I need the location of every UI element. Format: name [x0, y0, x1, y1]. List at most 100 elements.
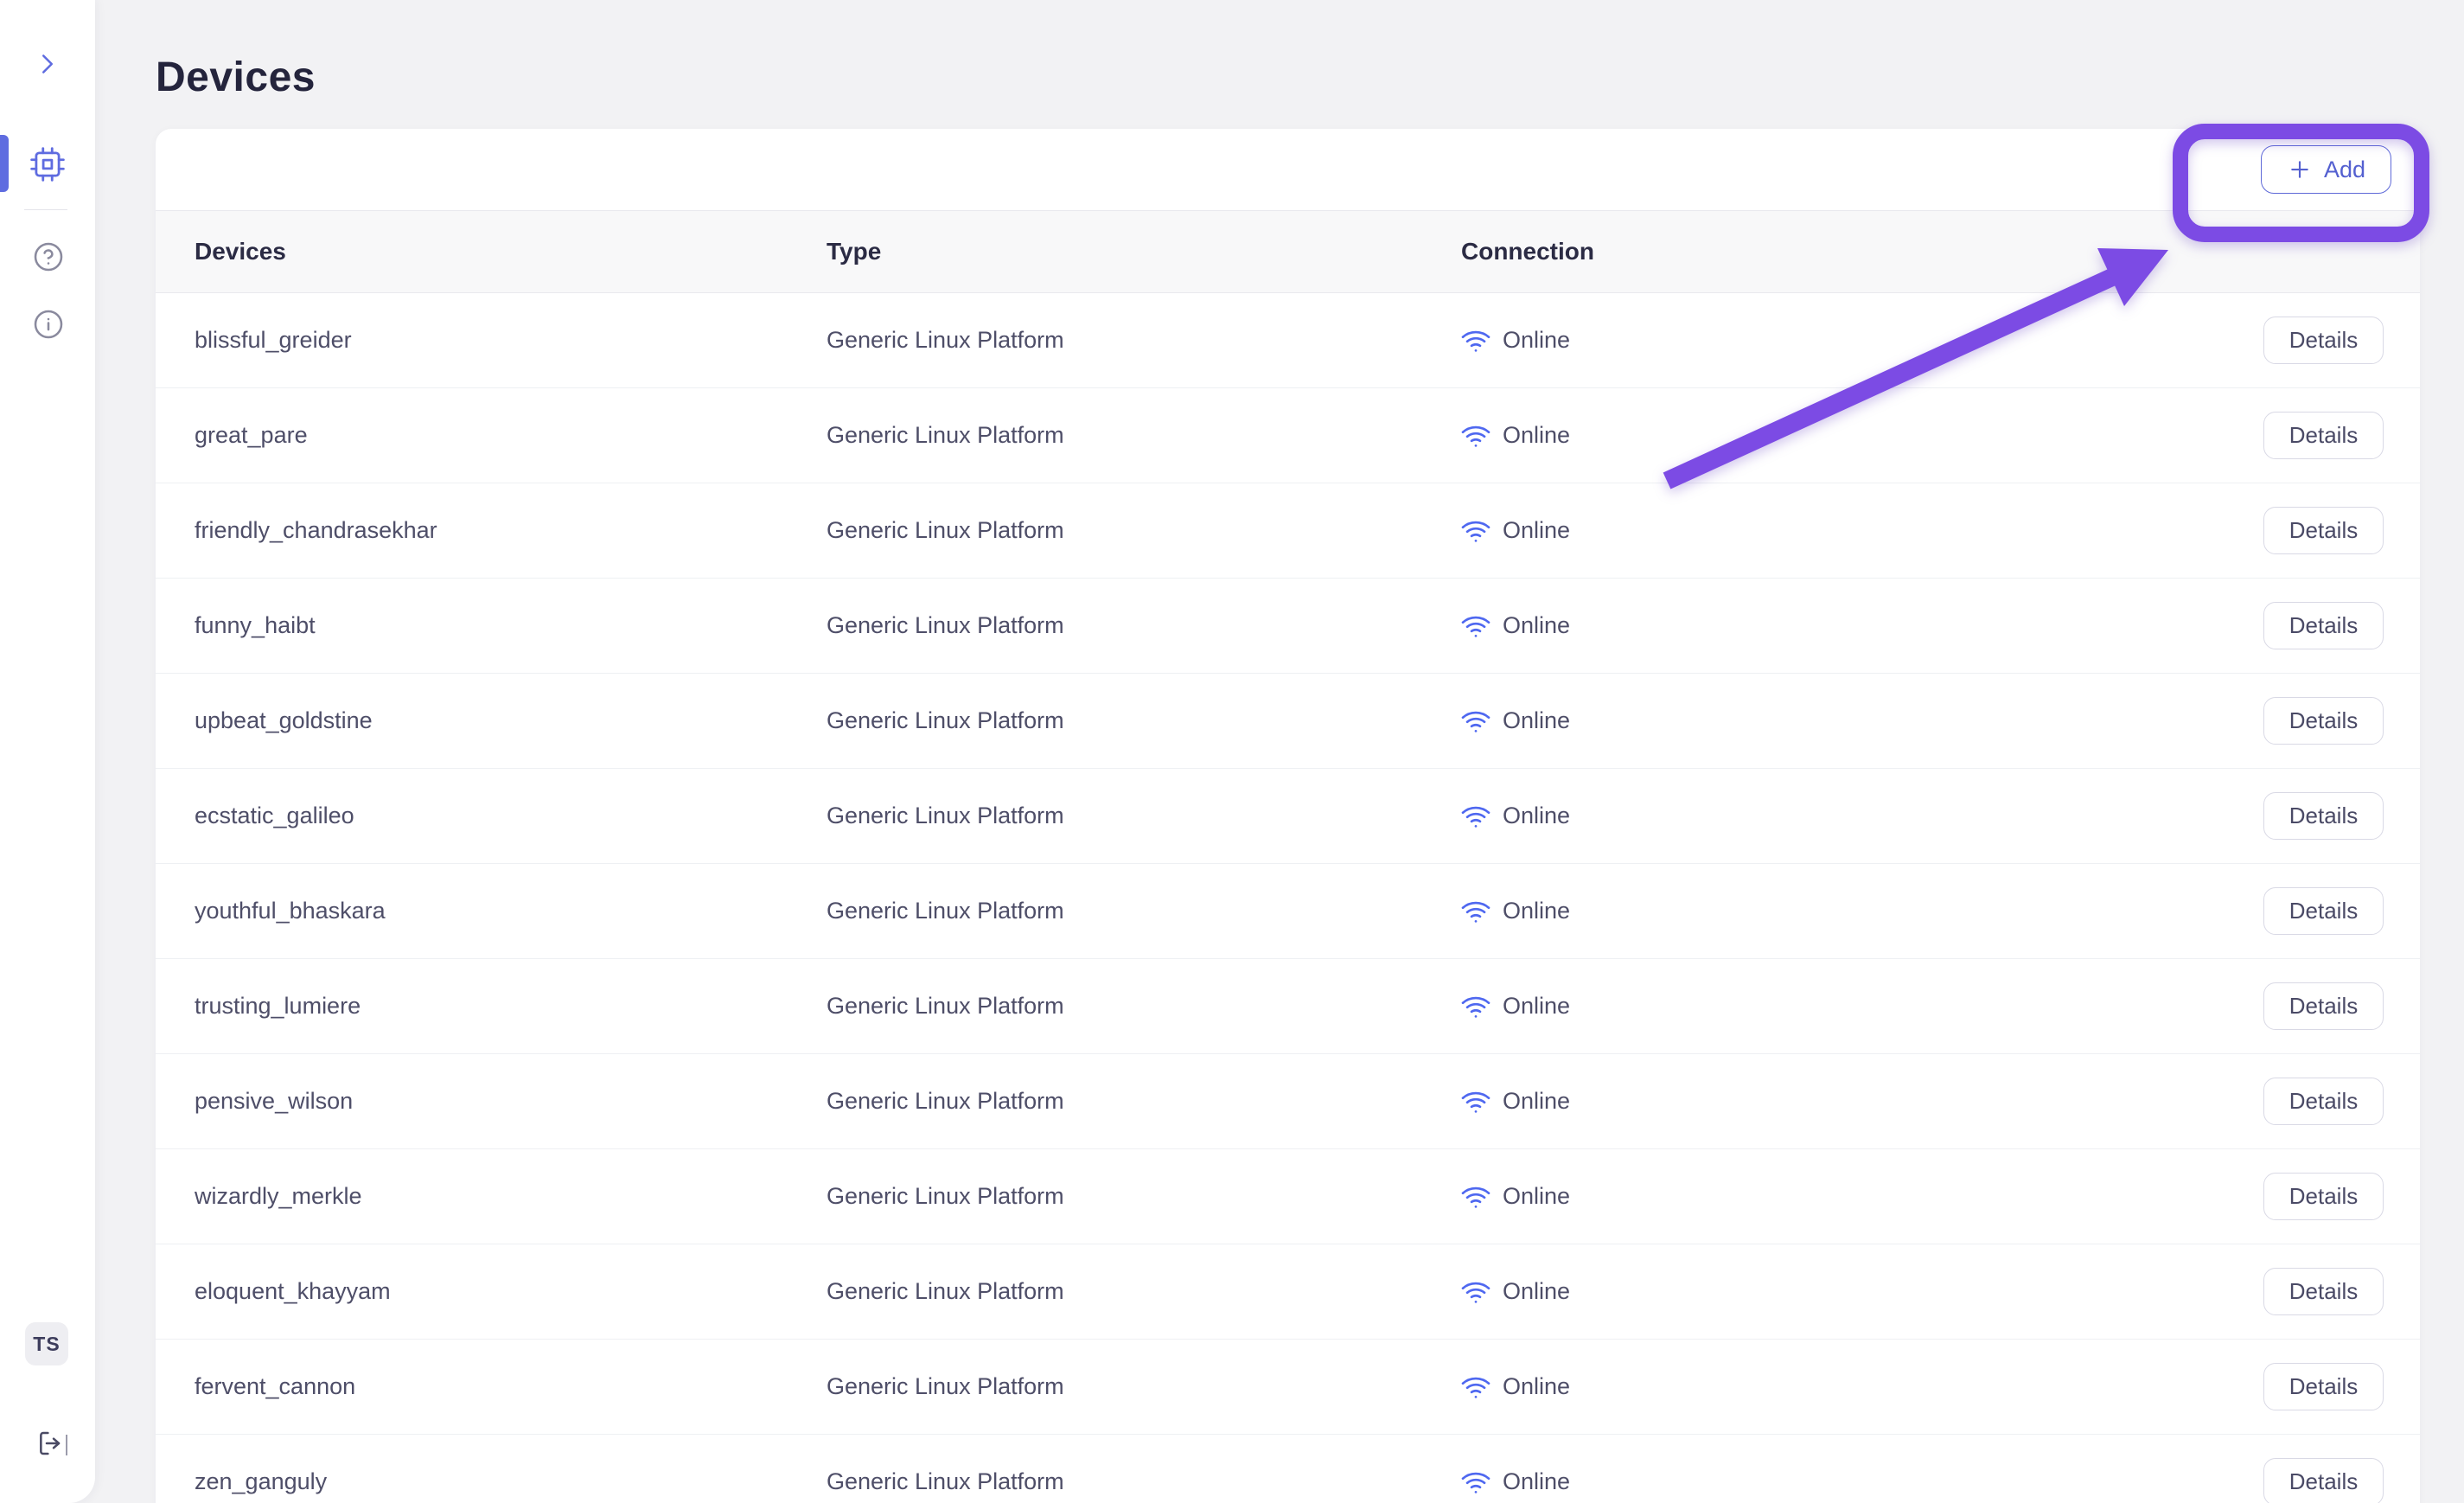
- wifi-icon: [1461, 992, 1491, 1021]
- details-button[interactable]: Details: [2263, 602, 2384, 649]
- connection-status: Online: [1503, 422, 1570, 449]
- column-header-type: Type: [827, 238, 1461, 265]
- table-row: blissful_greider Generic Linux Platform …: [156, 293, 2420, 388]
- details-button[interactable]: Details: [2263, 1268, 2384, 1315]
- device-connection: Online: [1461, 1468, 2259, 1497]
- sidebar-expand-button[interactable]: [27, 43, 68, 85]
- wifi-icon: [1461, 802, 1491, 831]
- device-name: blissful_greider: [156, 327, 827, 354]
- sidebar-item-devices[interactable]: [27, 144, 68, 185]
- device-connection: Online: [1461, 516, 2259, 546]
- column-header-devices: Devices: [156, 238, 827, 265]
- table-row: fervent_cannon Generic Linux Platform On…: [156, 1340, 2420, 1435]
- device-connection: Online: [1461, 992, 2259, 1021]
- table-row: pensive_wilson Generic Linux Platform On…: [156, 1054, 2420, 1149]
- details-button[interactable]: Details: [2263, 1363, 2384, 1410]
- device-type: Generic Linux Platform: [827, 707, 1461, 734]
- logout-button[interactable]: [35, 1425, 66, 1463]
- device-name: ecstatic_galileo: [156, 803, 827, 829]
- card-toolbar: Add: [156, 129, 2420, 211]
- details-button[interactable]: Details: [2263, 1458, 2384, 1503]
- connection-status: Online: [1503, 1183, 1570, 1210]
- connection-status: Online: [1503, 707, 1570, 734]
- table-row: youthful_bhaskara Generic Linux Platform…: [156, 864, 2420, 959]
- table-row: zen_ganguly Generic Linux Platform Onlin…: [156, 1435, 2420, 1503]
- add-button-label: Add: [2324, 157, 2365, 183]
- connection-status: Online: [1503, 1088, 1570, 1115]
- details-button[interactable]: Details: [2263, 697, 2384, 745]
- add-device-button[interactable]: Add: [2261, 145, 2391, 194]
- logout-icon: [36, 1429, 64, 1460]
- details-button[interactable]: Details: [2263, 887, 2384, 935]
- wifi-icon: [1461, 1277, 1491, 1307]
- device-name: youthful_bhaskara: [156, 898, 827, 924]
- device-name: fervent_cannon: [156, 1373, 827, 1400]
- device-type: Generic Linux Platform: [827, 1278, 1461, 1305]
- sidebar-item-info[interactable]: [28, 304, 69, 345]
- device-connection: Online: [1461, 1277, 2259, 1307]
- details-button[interactable]: Details: [2263, 1078, 2384, 1125]
- device-name: funny_haibt: [156, 612, 827, 639]
- connection-status: Online: [1503, 1468, 1570, 1495]
- device-name: pensive_wilson: [156, 1088, 827, 1115]
- device-type: Generic Linux Platform: [827, 1088, 1461, 1115]
- wifi-icon: [1461, 1372, 1491, 1402]
- device-connection: Online: [1461, 326, 2259, 355]
- device-connection: Online: [1461, 897, 2259, 926]
- sidebar-divider: [24, 209, 67, 210]
- device-connection: Online: [1461, 1087, 2259, 1116]
- page-title: Devices: [156, 54, 2464, 101]
- device-type: Generic Linux Platform: [827, 993, 1461, 1020]
- user-avatar[interactable]: TS: [25, 1322, 68, 1365]
- device-connection: Online: [1461, 611, 2259, 641]
- connection-status: Online: [1503, 1373, 1570, 1400]
- connection-status: Online: [1503, 898, 1570, 924]
- wifi-icon: [1461, 326, 1491, 355]
- device-type: Generic Linux Platform: [827, 898, 1461, 924]
- table-row: friendly_chandrasekhar Generic Linux Pla…: [156, 483, 2420, 579]
- device-connection: Online: [1461, 802, 2259, 831]
- device-type: Generic Linux Platform: [827, 517, 1461, 544]
- device-type: Generic Linux Platform: [827, 1183, 1461, 1210]
- device-name: great_pare: [156, 422, 827, 449]
- connection-status: Online: [1503, 803, 1570, 829]
- details-button[interactable]: Details: [2263, 412, 2384, 459]
- details-button[interactable]: Details: [2263, 982, 2384, 1030]
- details-button[interactable]: Details: [2263, 1173, 2384, 1220]
- connection-status: Online: [1503, 612, 1570, 639]
- table-row: funny_haibt Generic Linux Platform Onlin…: [156, 579, 2420, 674]
- table-row: great_pare Generic Linux Platform Online…: [156, 388, 2420, 483]
- table-row: trusting_lumiere Generic Linux Platform …: [156, 959, 2420, 1054]
- device-name: wizardly_merkle: [156, 1183, 827, 1210]
- active-nav-indicator: [0, 135, 9, 192]
- device-connection: Online: [1461, 1372, 2259, 1402]
- device-name: eloquent_khayyam: [156, 1278, 827, 1305]
- info-circle-icon: [33, 309, 64, 340]
- device-type: Generic Linux Platform: [827, 327, 1461, 354]
- connection-status: Online: [1503, 993, 1570, 1020]
- sidebar-item-help[interactable]: [28, 236, 69, 278]
- table-row: eloquent_khayyam Generic Linux Platform …: [156, 1244, 2420, 1340]
- details-button[interactable]: Details: [2263, 507, 2384, 554]
- connection-status: Online: [1503, 517, 1570, 544]
- devices-card: Add Devices Type Connection blissful_gre…: [156, 129, 2420, 1503]
- main-content: Devices Add Devices Type Connection blis…: [95, 0, 2464, 1503]
- device-connection: Online: [1461, 421, 2259, 451]
- wifi-icon: [1461, 1087, 1491, 1116]
- details-button[interactable]: Details: [2263, 317, 2384, 364]
- wifi-icon: [1461, 1182, 1491, 1212]
- device-name: friendly_chandrasekhar: [156, 517, 827, 544]
- details-button[interactable]: Details: [2263, 792, 2384, 840]
- cpu-chip-icon: [29, 146, 66, 182]
- wifi-icon: [1461, 1468, 1491, 1497]
- device-name: zen_ganguly: [156, 1468, 827, 1495]
- chevron-right-icon: [31, 48, 64, 80]
- connection-status: Online: [1503, 327, 1570, 354]
- plus-icon: [2287, 157, 2313, 182]
- device-name: trusting_lumiere: [156, 993, 827, 1020]
- wifi-icon: [1461, 516, 1491, 546]
- device-name: upbeat_goldstine: [156, 707, 827, 734]
- wifi-icon: [1461, 897, 1491, 926]
- device-type: Generic Linux Platform: [827, 1468, 1461, 1495]
- device-connection: Online: [1461, 1182, 2259, 1212]
